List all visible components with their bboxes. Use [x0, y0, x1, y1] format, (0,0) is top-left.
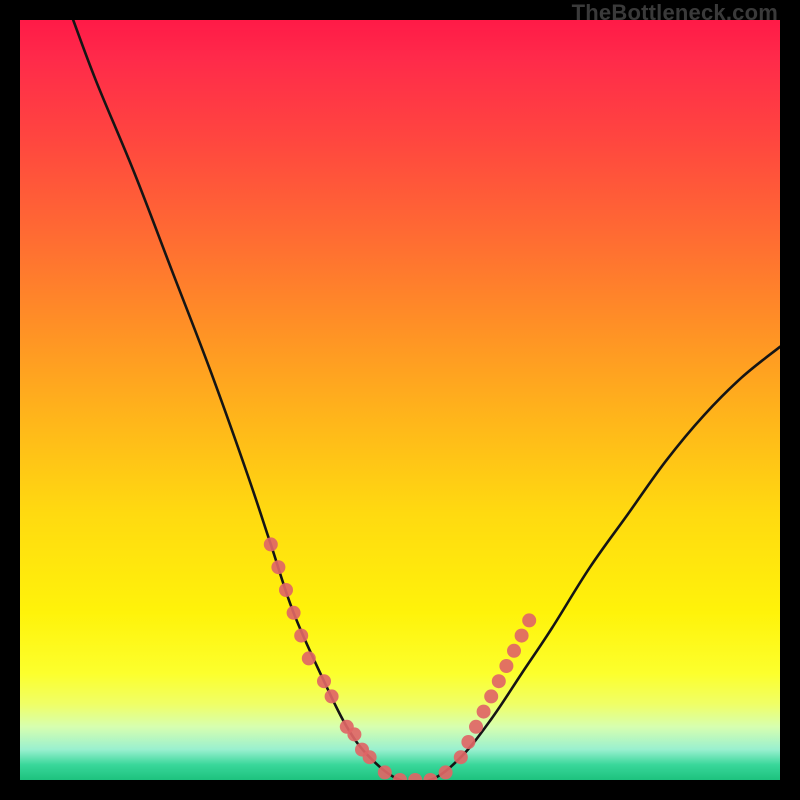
data-marker — [492, 674, 506, 688]
data-marker — [363, 750, 377, 764]
data-marker — [454, 750, 468, 764]
data-marker — [317, 674, 331, 688]
data-marker — [499, 659, 513, 673]
data-marker — [287, 606, 301, 620]
data-marker — [522, 613, 536, 627]
curve-layer — [20, 20, 780, 780]
data-marker — [378, 765, 392, 779]
data-marker — [271, 560, 285, 574]
data-marker — [347, 727, 361, 741]
data-marker — [477, 705, 491, 719]
data-marker — [408, 773, 422, 780]
data-marker — [507, 644, 521, 658]
data-marker — [302, 651, 316, 665]
data-marker — [279, 583, 293, 597]
data-marker — [423, 773, 437, 780]
data-marker — [484, 689, 498, 703]
data-markers — [264, 537, 536, 780]
bottleneck-curve — [73, 20, 780, 780]
data-marker — [325, 689, 339, 703]
data-marker — [515, 629, 529, 643]
chart-frame: TheBottleneck.com — [0, 0, 800, 800]
data-marker — [469, 720, 483, 734]
data-marker — [461, 735, 475, 749]
data-marker — [264, 537, 278, 551]
data-marker — [439, 765, 453, 779]
data-marker — [393, 773, 407, 780]
plot-area — [20, 20, 780, 780]
data-marker — [294, 629, 308, 643]
